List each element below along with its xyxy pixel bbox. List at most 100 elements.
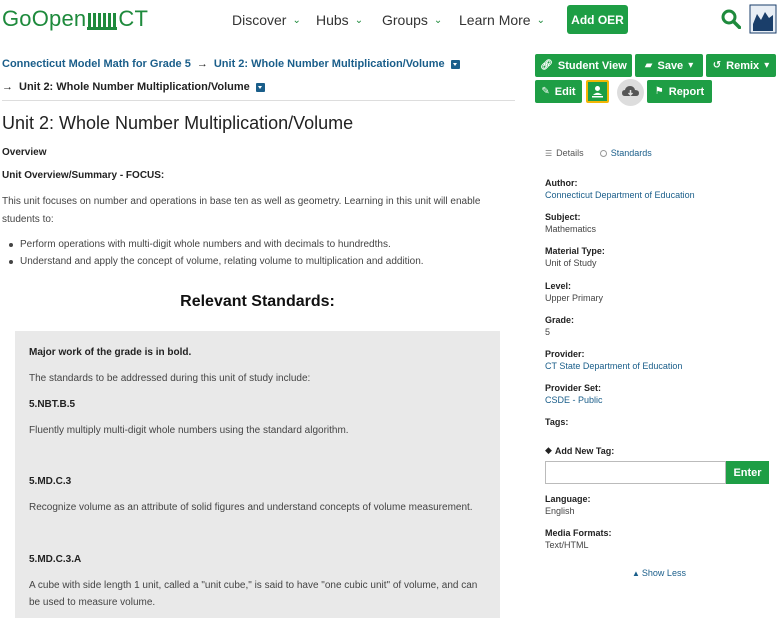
cloud-download-icon bbox=[622, 86, 639, 97]
standards-heading: Relevant Standards: bbox=[180, 293, 335, 310]
standards-intro: The standards to be addressed during thi… bbox=[29, 373, 311, 384]
chevron-down-icon: ⌄ bbox=[536, 14, 545, 26]
nav-groups[interactable]: Groups ⌄ bbox=[382, 12, 442, 28]
summary-heading: Unit Overview/Summary - FOCUS: bbox=[2, 170, 165, 181]
breadcrumb-separator: → bbox=[196, 58, 208, 70]
level-label: Level: bbox=[545, 281, 572, 291]
overview-paragraph: This unit focuses on number and operatio… bbox=[2, 196, 481, 225]
nav-hubs[interactable]: Hubs ⌄ bbox=[316, 12, 363, 28]
breadcrumb-current: → Unit 2: Whole Number Multiplication/Vo… bbox=[2, 81, 265, 93]
list-icon: ☰ bbox=[545, 148, 553, 158]
student-view-button[interactable]: 🔗︎ Student View bbox=[535, 54, 632, 77]
edit-label: Edit bbox=[554, 85, 576, 98]
enter-button[interactable]: Enter bbox=[726, 461, 769, 484]
nav-learn-more-label: Learn More bbox=[459, 12, 531, 28]
remix-button[interactable]: ↺ Remix ▾ bbox=[706, 54, 776, 77]
tab-standards[interactable]: Standards bbox=[599, 148, 652, 158]
media-formats-label: Media Formats: bbox=[545, 528, 612, 538]
tag-icon: ◆ bbox=[545, 445, 552, 455]
provider-set-label: Provider Set: bbox=[545, 383, 602, 393]
flag-icon: ⚑ bbox=[654, 86, 664, 97]
dropdown-toggle-icon[interactable] bbox=[450, 59, 460, 69]
standard-text: A cube with side length 1 unit, called a… bbox=[29, 580, 478, 591]
tab-details[interactable]: ☰ Details bbox=[545, 148, 584, 158]
standard-code: 5.MD.C.3.A bbox=[29, 554, 82, 565]
standard-code: 5.NBT.B.5 bbox=[29, 399, 76, 410]
subject-value: Mathematics bbox=[545, 224, 597, 234]
breadcrumb-link-unit[interactable]: Unit 2: Whole Number Multiplication/Volu… bbox=[214, 58, 445, 70]
grade-label: Grade: bbox=[545, 315, 575, 325]
caret-down-icon: ▾ bbox=[688, 60, 694, 71]
link-icon: 🔗︎ bbox=[540, 60, 553, 71]
add-tag-heading: ◆ Add New Tag: bbox=[545, 445, 614, 456]
download-button[interactable] bbox=[617, 79, 644, 106]
caret-down-icon: ▾ bbox=[764, 60, 770, 71]
student-view-label: Student View bbox=[557, 59, 627, 72]
tags-label: Tags: bbox=[545, 417, 569, 427]
divider bbox=[2, 100, 515, 101]
chevron-up-icon: ▲ bbox=[632, 568, 640, 578]
search-icon[interactable] bbox=[721, 9, 741, 29]
nav-discover[interactable]: Discover ⌄ bbox=[232, 12, 301, 28]
material-type-value: Unit of Study bbox=[545, 258, 597, 268]
nav-hubs-label: Hubs bbox=[316, 12, 349, 28]
report-label: Report bbox=[668, 85, 705, 98]
edit-button[interactable]: ✎ Edit bbox=[535, 80, 582, 103]
nav-learn-more[interactable]: Learn More ⌄ bbox=[459, 12, 545, 28]
save-button[interactable]: ▰ Save ▾ bbox=[635, 54, 703, 77]
provider-link[interactable]: CT State Department of Education bbox=[545, 361, 682, 371]
folder-icon: ▰ bbox=[644, 60, 653, 71]
nav-groups-label: Groups bbox=[382, 12, 428, 28]
remix-label: Remix bbox=[726, 59, 760, 72]
tag-input[interactable] bbox=[545, 461, 726, 484]
circle-icon bbox=[599, 149, 607, 157]
breadcrumb-link-course[interactable]: Connecticut Model Math for Grade 5 bbox=[2, 58, 191, 70]
show-less-label: Show Less bbox=[641, 568, 686, 578]
list-item: Perform operations with multi-digit whol… bbox=[9, 236, 510, 253]
save-label: Save bbox=[657, 59, 684, 72]
page-title: Unit 2: Whole Number Multiplication/Volu… bbox=[2, 113, 354, 133]
site-logo[interactable]: GoOpen CT bbox=[2, 6, 148, 32]
logo-text-right: CT bbox=[118, 6, 149, 31]
pencil-icon: ✎ bbox=[541, 86, 550, 97]
standards-intro-bold: Major work of the grade is in bold. bbox=[29, 347, 192, 358]
top-navbar: GoOpen CT Discover ⌄ Hubs ⌄ Groups ⌄ Lea… bbox=[0, 0, 780, 40]
breadcrumb-separator: → bbox=[2, 81, 13, 93]
breadcrumb-current-label: Unit 2: Whole Number Multiplication/Volu… bbox=[19, 81, 250, 93]
show-less-link[interactable]: ▲ Show Less bbox=[632, 568, 686, 578]
book-icon bbox=[87, 10, 118, 30]
report-button[interactable]: ⚑ Report bbox=[647, 80, 712, 103]
add-oer-button[interactable]: Add OER bbox=[567, 5, 628, 34]
chevron-down-icon: ⌄ bbox=[354, 14, 364, 26]
standard-text: Fluently multiply multi-digit whole numb… bbox=[29, 425, 349, 436]
person-upload-icon bbox=[592, 86, 603, 98]
overview-heading: Overview bbox=[2, 147, 47, 158]
author-label: Author: bbox=[545, 178, 578, 188]
chevron-down-icon: ⌄ bbox=[433, 14, 443, 26]
tab-details-label: Details bbox=[556, 148, 584, 158]
undo-icon: ↺ bbox=[712, 60, 722, 71]
grade-value: 5 bbox=[545, 327, 551, 337]
media-formats-value: Text/HTML bbox=[545, 540, 589, 550]
subject-label: Subject: bbox=[545, 212, 581, 222]
standard-code: 5.MD.C.3 bbox=[29, 476, 72, 487]
language-label: Language: bbox=[545, 494, 591, 504]
share-button[interactable] bbox=[586, 80, 609, 103]
nav-discover-label: Discover bbox=[232, 12, 287, 28]
list-item: Understand and apply the concept of volu… bbox=[9, 253, 510, 270]
level-value: Upper Primary bbox=[545, 293, 604, 303]
author-link[interactable]: Connecticut Department of Education bbox=[545, 190, 695, 200]
focus-list: Perform operations with multi-digit whol… bbox=[9, 236, 510, 270]
language-value: English bbox=[545, 506, 575, 516]
provider-label: Provider: bbox=[545, 349, 585, 359]
standard-text: Recognize volume as an attribute of soli… bbox=[29, 502, 473, 513]
material-type-label: Material Type: bbox=[545, 246, 605, 256]
add-tag-label: Add New Tag: bbox=[554, 445, 615, 456]
standard-text: be used to measure volume. bbox=[29, 597, 156, 608]
provider-set-link[interactable]: CSDE - Public bbox=[545, 395, 603, 405]
chevron-down-icon: ⌄ bbox=[292, 14, 301, 26]
standards-box: Major work of the grade is in bold. The … bbox=[15, 331, 500, 618]
dropdown-toggle-icon[interactable] bbox=[255, 82, 265, 92]
csde-seal-icon[interactable] bbox=[749, 4, 777, 34]
breadcrumb: Connecticut Model Math for Grade 5 → Uni… bbox=[2, 58, 460, 70]
